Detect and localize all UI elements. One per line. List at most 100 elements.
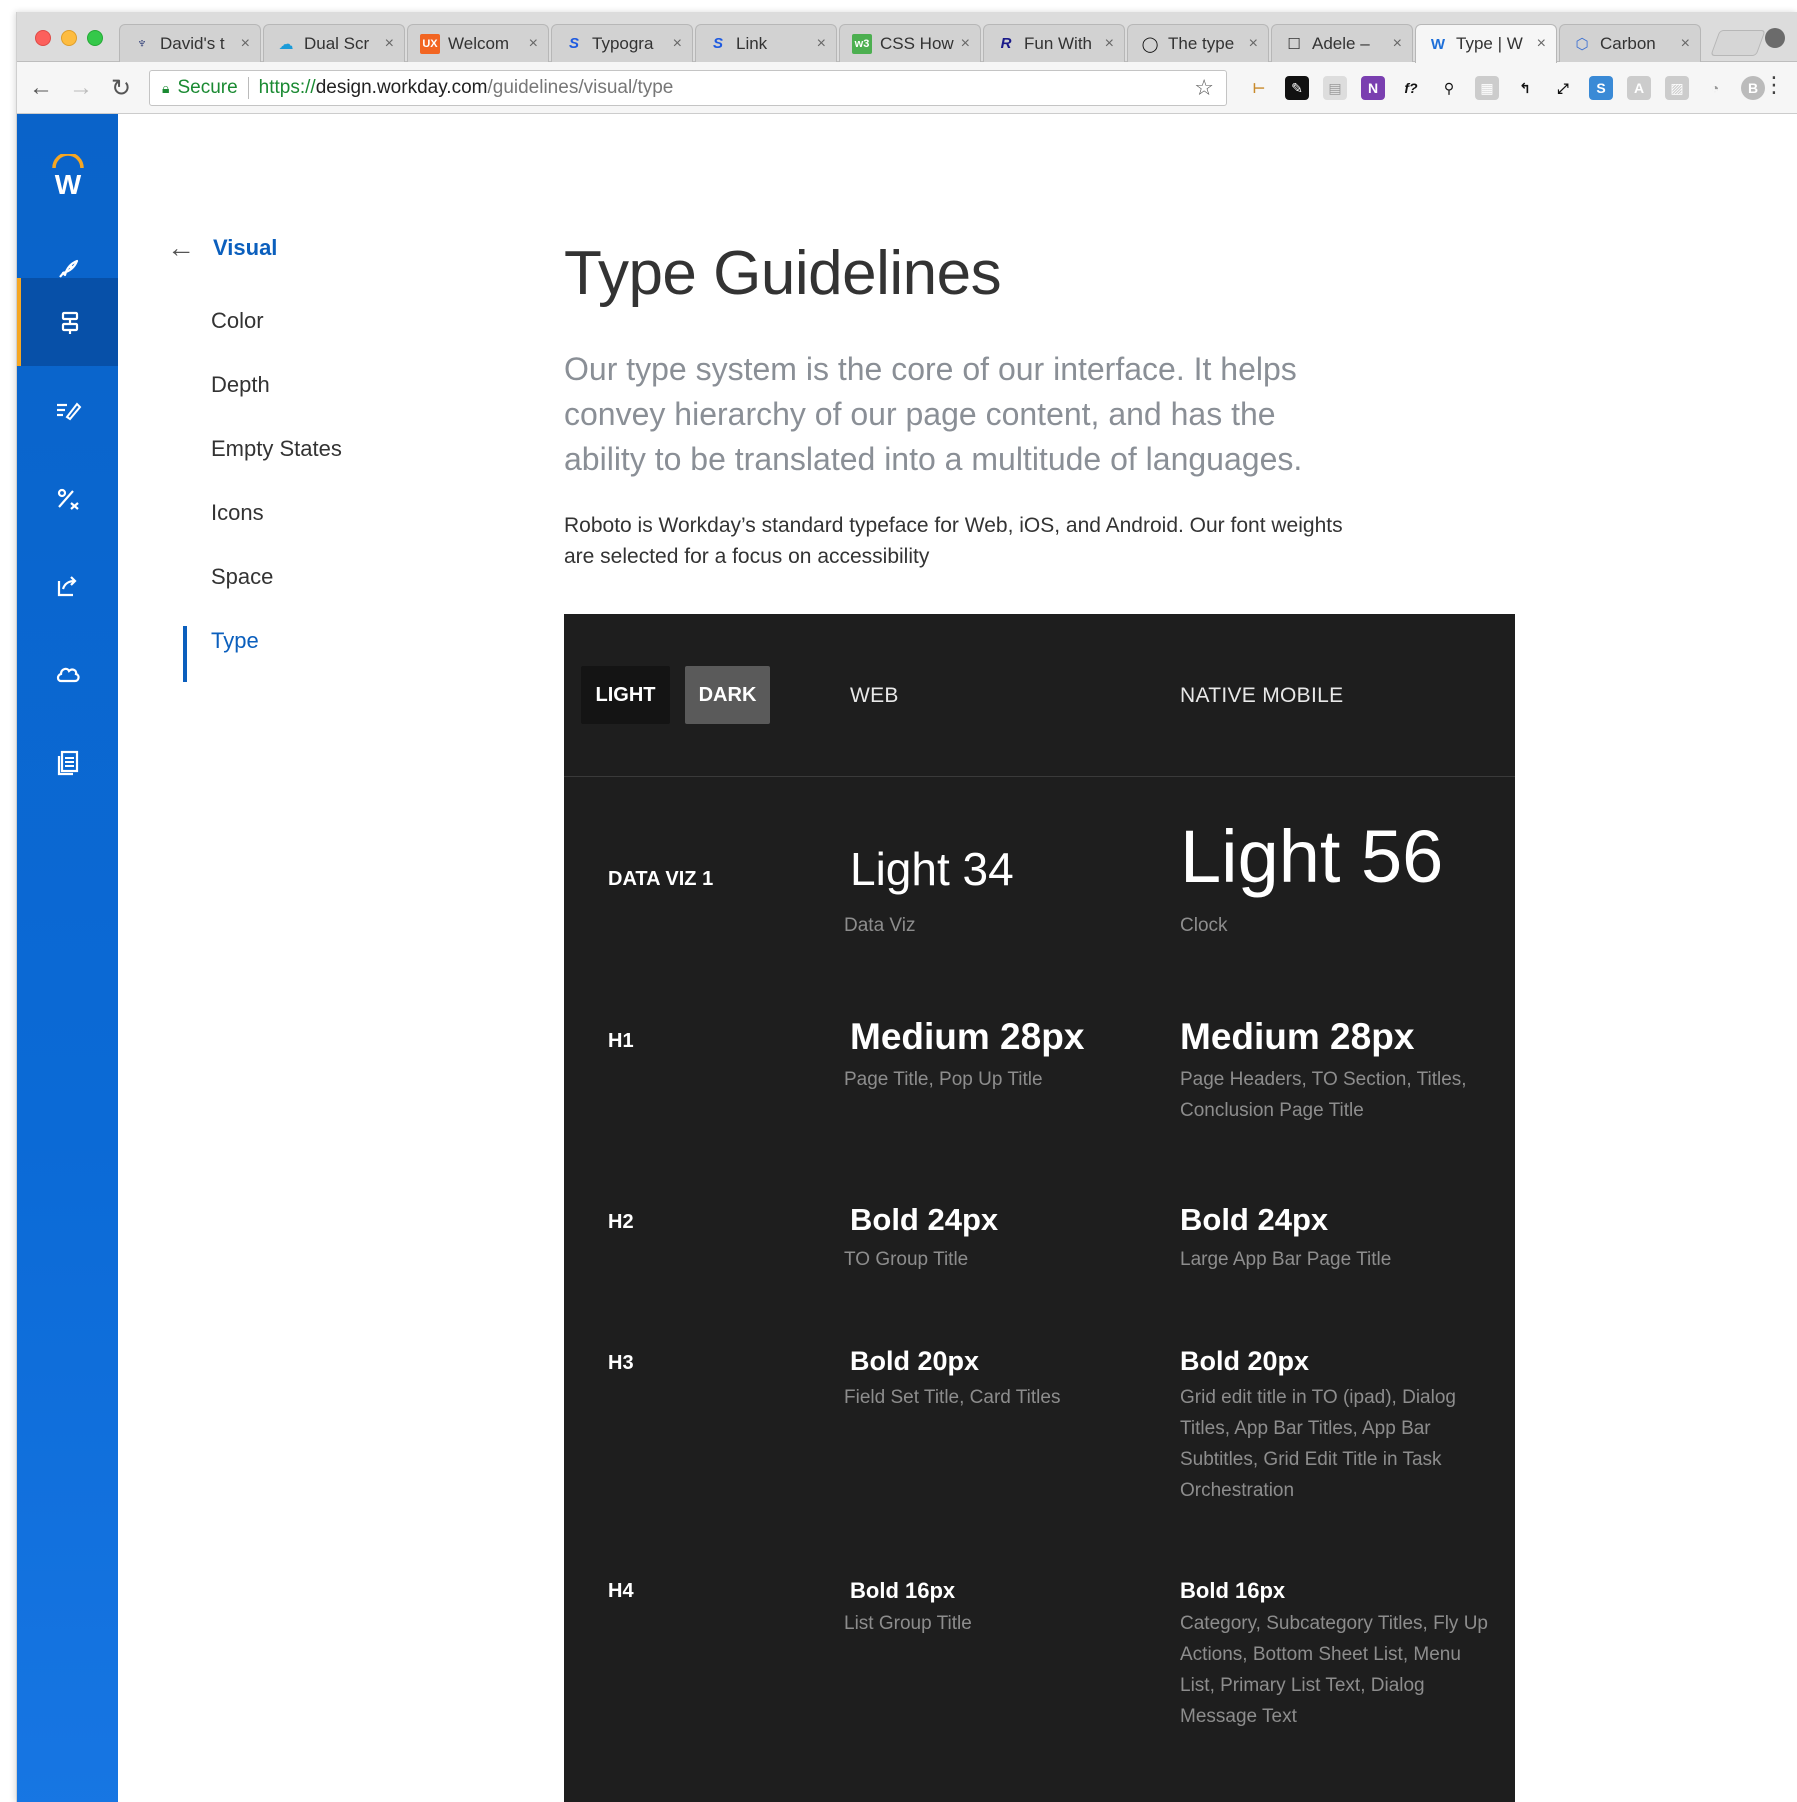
extension-icon[interactable]: ◔ [1703,76,1727,100]
panel-divider [564,776,1515,777]
extension-icon[interactable]: ✎ [1285,76,1309,100]
rail-cloud-item[interactable] [17,630,118,718]
mobile-spec-desc: Category, Subcategory Titles, Fly Up Act… [1180,1613,1488,1727]
mobile-spec: Medium 28px [1180,1016,1415,1057]
rail-content-item[interactable] [17,366,118,454]
tab-favicon-icon: ☁ [278,35,294,53]
tab-close-icon[interactable]: × [385,35,394,53]
tab-close-icon[interactable]: × [1393,35,1402,53]
sidebar-item-depth[interactable]: Depth [211,372,270,398]
mobile-spec-desc: Page Headers, TO Section, Titles, Conclu… [1180,1069,1467,1121]
secure-label: Secure [177,77,238,98]
tab-favicon-icon: UX [420,33,440,54]
tab-favicon-icon: ♆ [136,35,148,52]
browser-tab[interactable]: UX Welcom × [407,24,549,62]
row-label: DATA VIZ 1 [608,868,714,890]
tab-title: The type [1168,33,1235,53]
back-arrow-icon[interactable]: ← [27,74,55,102]
tab-favicon-icon: R [1000,35,1012,52]
extension-icon[interactable]: ▤ [1323,76,1347,100]
extension-icon[interactable]: B [1741,76,1765,100]
new-tab-button[interactable] [1710,30,1766,56]
maximize-window-button[interactable] [87,30,103,46]
rail-components-item[interactable] [17,542,118,630]
resize-extension-icon[interactable]: ⤢ [1551,76,1575,100]
tab-title: David's t [160,33,225,53]
tab-close-icon[interactable]: × [673,35,682,53]
tab-close-icon[interactable]: × [961,35,970,53]
extension-icon[interactable]: S [1589,76,1613,100]
row-label: H4 [608,1580,634,1602]
tab-close-icon[interactable]: × [1681,35,1690,53]
url-scheme: https:// [258,77,316,98]
back-link-label: Visual [213,235,278,260]
extension-icon[interactable]: ▦ [1475,76,1499,100]
type-spec-panel: LIGHT DARK WEB NATIVE MOBILE DATA VIZ 1 … [564,614,1515,1802]
web-spec-desc: TO Group Title [844,1249,969,1270]
extension-icon[interactable]: ⚲ [1437,76,1461,100]
minimize-window-button[interactable] [61,30,77,46]
browser-tab[interactable]: R Fun With × [983,24,1125,62]
font-extension-icon[interactable]: f? [1399,76,1423,100]
back-arrow-icon: ← [167,232,195,263]
profile-icon[interactable] [1765,28,1785,48]
extension-icon[interactable]: ↰ [1513,76,1537,100]
sidebar-item-type[interactable]: Type [211,628,259,654]
tab-close-icon[interactable]: × [1249,35,1258,53]
web-spec: Medium 28px [850,1016,1085,1057]
mobile-spec: Bold 20px [1180,1346,1310,1376]
row-label: H1 [608,1030,634,1052]
extension-icon[interactable]: ⊢ [1247,76,1271,100]
column-header-web: WEB [850,684,899,707]
mobile-spec: Light 56 [1180,815,1444,898]
extension-icon[interactable]: ▨ [1665,76,1689,100]
browser-menu-icon[interactable]: ⋮ [1763,72,1785,98]
lock-icon: 🔒︎ [162,79,170,96]
tab-title: Welcom [448,33,510,53]
browser-tab[interactable]: ⬡ Carbon × [1559,24,1701,62]
web-spec: Bold 20px [850,1346,980,1376]
svg-text:W: W [54,169,81,198]
rail-guidelines-item[interactable] [17,278,118,366]
workday-logo-icon[interactable]: W [17,152,118,203]
reload-icon[interactable]: ↻ [107,74,135,103]
browser-tab[interactable]: ◯ The type × [1127,24,1269,62]
close-window-button[interactable] [35,30,51,46]
tab-close-icon[interactable]: × [1537,35,1546,53]
bookmark-star-icon[interactable]: ☆ [1194,75,1214,101]
cloud-icon [56,667,80,683]
tab-close-icon[interactable]: × [817,35,826,53]
onenote-extension-icon[interactable]: N [1361,76,1385,100]
rail-patterns-item[interactable] [17,454,118,542]
browser-window: ♆ David's t × ☁ Dual Scr × UX Welcom × S… [16,12,1797,1802]
tab-title: Link [736,33,768,53]
extension-icon[interactable]: A [1627,76,1651,100]
browser-tab[interactable]: w3 CSS How × [839,24,981,62]
forward-arrow-icon[interactable]: → [67,74,95,102]
sidebar-item-empty-states[interactable]: Empty States [211,436,342,462]
address-bar[interactable]: 🔒︎ Secure https:// design.workday.com /g… [149,70,1227,106]
tab-strip: ♆ David's t × ☁ Dual Scr × UX Welcom × S… [17,12,1797,63]
sidebar-item-icons[interactable]: Icons [211,500,264,526]
browser-tab[interactable]: ☁ Dual Scr × [263,24,405,62]
browser-tab[interactable]: ☐ Adele – × [1271,24,1413,62]
browser-tab[interactable]: S Typogra × [551,24,693,62]
back-to-visual-link[interactable]: ← Visual [167,232,277,264]
sidebar-item-color[interactable]: Color [211,308,264,334]
edit-list-icon [56,402,81,421]
url-path: /guidelines/visual/type [487,77,674,98]
page-title: Type Guidelines [564,239,1002,308]
browser-tab[interactable]: S Link × [695,24,837,62]
theme-toggle-light[interactable]: LIGHT [581,666,670,724]
web-spec: Bold 16px [850,1578,956,1603]
tab-title: Carbon [1600,33,1656,53]
web-spec-desc: Field Set Title, Card Titles [844,1387,1061,1408]
browser-tab[interactable]: ♆ David's t × [119,24,261,62]
tab-close-icon[interactable]: × [529,35,538,53]
theme-toggle-dark[interactable]: DARK [685,666,770,724]
tab-close-icon[interactable]: × [241,35,250,53]
browser-tab-active[interactable]: W Type | W × [1415,24,1557,63]
sidebar-item-space[interactable]: Space [211,564,273,590]
tab-close-icon[interactable]: × [1105,35,1114,53]
rail-resources-item[interactable] [17,718,118,806]
